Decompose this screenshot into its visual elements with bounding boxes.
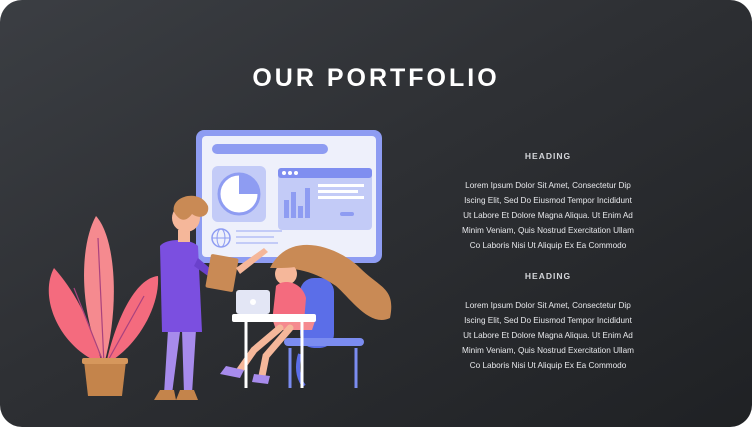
team-presentation-illustration xyxy=(48,130,392,400)
body-line: Iscing Elit, Sed Do Eiusmod Tempor Incid… xyxy=(464,316,632,325)
page-title: OUR PORTFOLIO xyxy=(252,64,500,92)
body-line: Co Laboris Nisi Ut Aliquip Ex Ea Commodo xyxy=(469,361,627,370)
body-line: Lorem Ipsum Dolor Sit Amet, Consectetur … xyxy=(465,301,631,310)
body-line: Minim Veniam, Quis Nostrud Exercitation … xyxy=(462,346,634,355)
plant-graphic xyxy=(48,216,159,396)
body-line: Ut Labore Et Dolore Magna Aliqua. Ut Eni… xyxy=(463,211,633,220)
portfolio-section-2: HEADING Lorem Ipsum Dolor Sit Amet, Cons… xyxy=(448,271,648,373)
body-line: Co Laboris Nisi Ut Aliquip Ex Ea Commodo xyxy=(469,241,627,250)
body-line: Ut Labore Et Dolore Magna Aliqua. Ut Eni… xyxy=(463,331,633,340)
section-heading: HEADING xyxy=(524,271,572,281)
section-heading: HEADING xyxy=(524,151,572,161)
portfolio-section-1: HEADING Lorem Ipsum Dolor Sit Amet, Cons… xyxy=(448,151,648,253)
body-line: Minim Veniam, Quis Nostrud Exercitation … xyxy=(462,226,634,235)
body-line: Iscing Elit, Sed Do Eiusmod Tempor Incid… xyxy=(464,196,632,205)
portfolio-slide: OUR PORTFOLIO HEADING Lorem Ipsum Dolor … xyxy=(0,0,752,427)
monitor-graphic xyxy=(196,130,382,263)
section-body: Lorem Ipsum Dolor Sit Amet, Consectetur … xyxy=(448,178,648,253)
section-body: Lorem Ipsum Dolor Sit Amet, Consectetur … xyxy=(448,298,648,373)
body-line: Lorem Ipsum Dolor Sit Amet, Consectetur … xyxy=(465,181,631,190)
